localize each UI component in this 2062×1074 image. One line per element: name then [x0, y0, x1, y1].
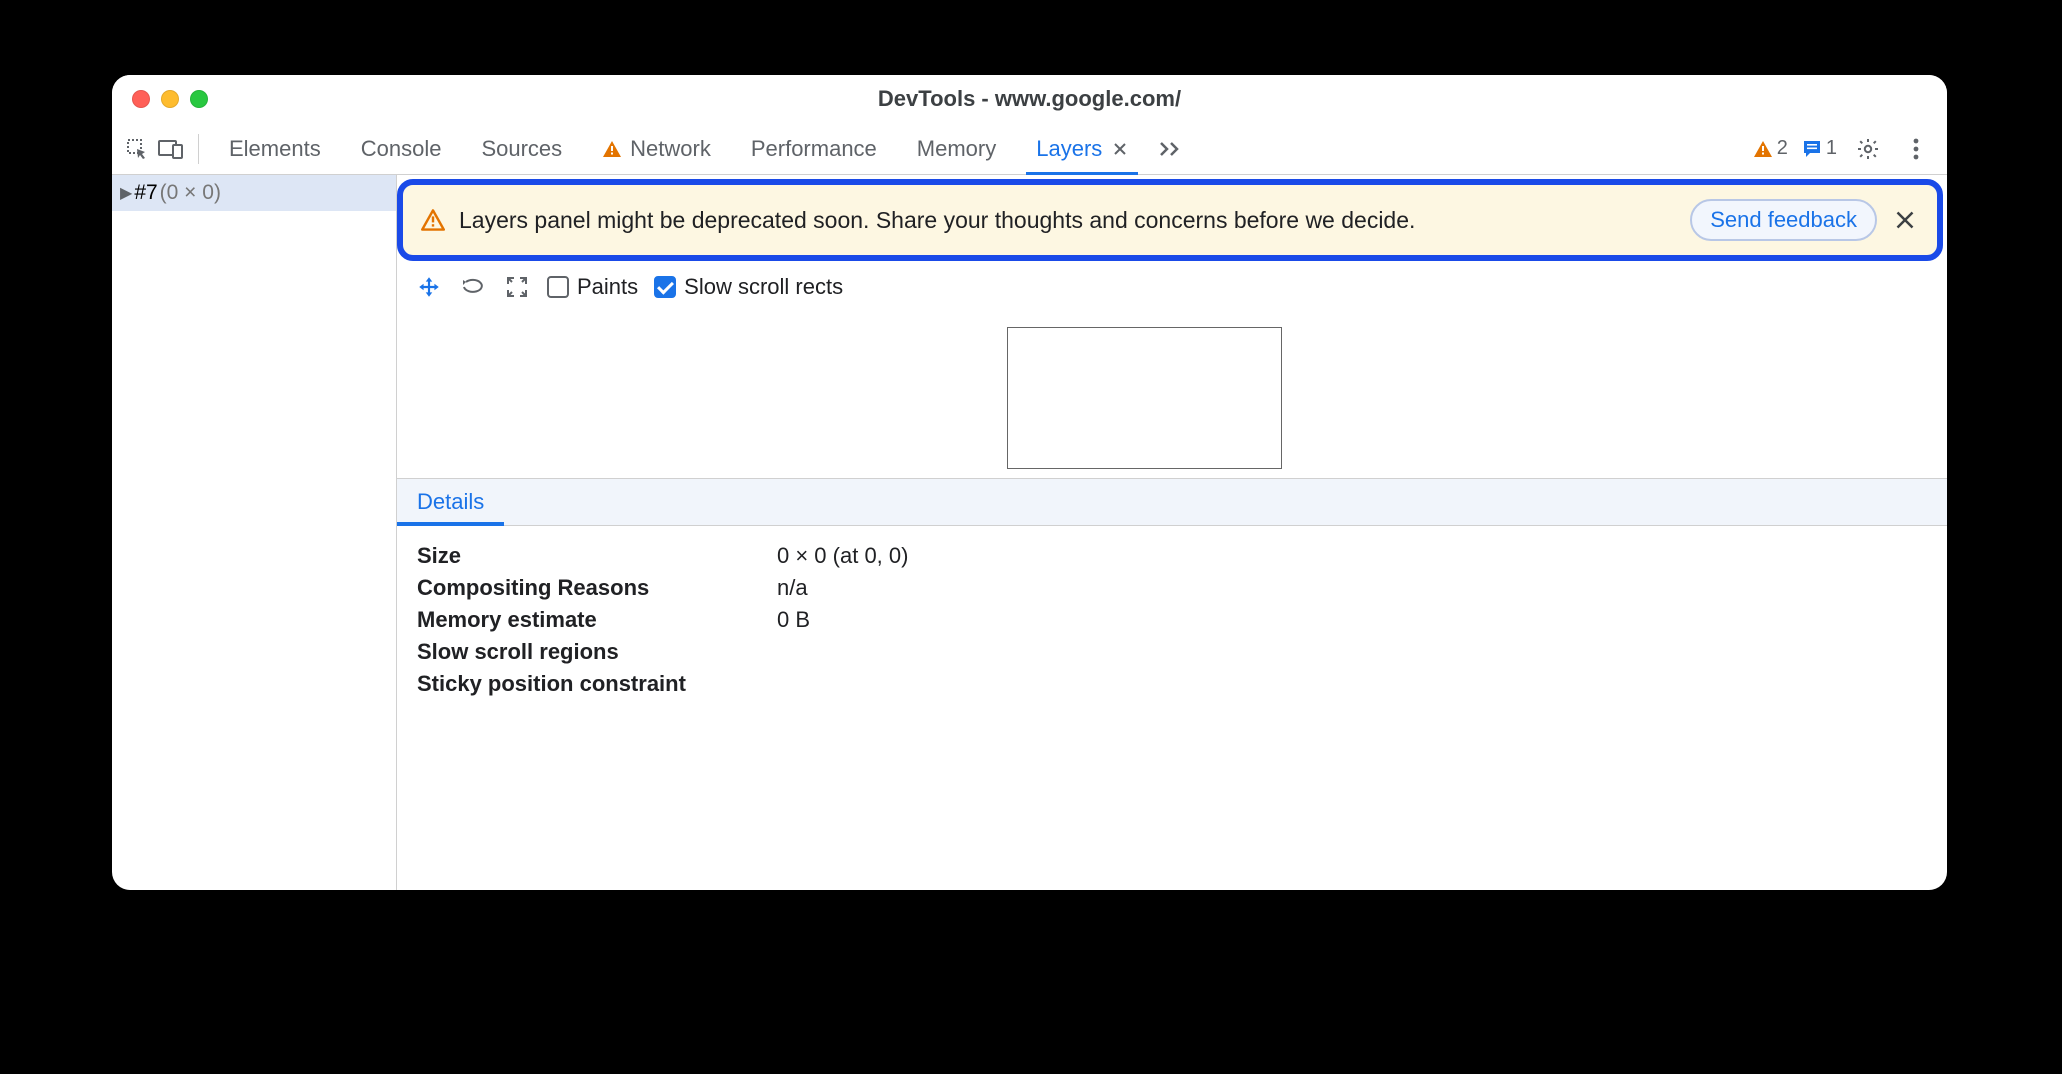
slow-scroll-rects-checkbox[interactable]: Slow scroll rects [654, 274, 843, 300]
settings-gear-icon[interactable] [1851, 132, 1885, 166]
device-toolbar-icon[interactable] [154, 132, 188, 166]
minimize-window-button[interactable] [161, 90, 179, 108]
panel-content: ▶ #7 (0 × 0) Layers panel might be depre… [112, 175, 1947, 890]
details-body: Size 0 × 0 (at 0, 0) Compositing Reasons… [397, 526, 1947, 714]
warnings-badge[interactable]: 2 [1753, 137, 1788, 160]
tab-label: Memory [917, 136, 996, 162]
warning-triangle-icon [602, 140, 622, 158]
detail-value [777, 636, 908, 668]
more-tabs-button[interactable] [1148, 123, 1194, 174]
detail-value: 0 B [777, 604, 908, 636]
tab-label: Elements [229, 136, 321, 162]
layers-tree-sidebar: ▶ #7 (0 × 0) [112, 175, 397, 890]
tab-layers[interactable]: Layers [1016, 123, 1148, 174]
tab-memory[interactable]: Memory [897, 123, 1016, 174]
detail-key: Slow scroll regions [417, 636, 777, 668]
layers-view-toolbar: Paints Slow scroll rects [397, 261, 1947, 309]
close-tab-icon[interactable] [1112, 141, 1128, 157]
details-tabstrip: Details [397, 479, 1947, 526]
messages-badge[interactable]: 1 [1802, 137, 1837, 160]
detail-value [777, 668, 908, 700]
pan-mode-icon[interactable] [415, 273, 443, 301]
tab-console[interactable]: Console [341, 123, 462, 174]
layer-dimensions: (0 × 0) [160, 181, 221, 205]
deprecation-banner-highlight: Layers panel might be deprecated soon. S… [397, 179, 1943, 261]
send-feedback-button[interactable]: Send feedback [1690, 199, 1877, 241]
warnings-count: 2 [1777, 137, 1788, 160]
detail-key: Sticky position constraint [417, 668, 777, 700]
warning-triangle-icon [421, 209, 445, 231]
window-controls [132, 90, 208, 108]
tab-elements[interactable]: Elements [209, 123, 341, 174]
detail-row: Slow scroll regions [417, 636, 908, 668]
expand-arrow-icon[interactable]: ▶ [120, 183, 132, 203]
tab-performance[interactable]: Performance [731, 123, 897, 174]
detail-key: Size [417, 540, 777, 572]
tab-label: Console [361, 136, 442, 162]
detail-row: Compositing Reasons n/a [417, 572, 908, 604]
detail-key: Memory estimate [417, 604, 777, 636]
toolbar-right: 2 1 [1753, 132, 1939, 166]
tab-label: Sources [481, 136, 562, 162]
main-panel: Layers panel might be deprecated soon. S… [397, 175, 1947, 890]
panel-tabs: Elements Console Sources Network Perform… [209, 123, 1194, 174]
tab-label: Network [630, 136, 711, 162]
paints-label: Paints [577, 274, 638, 300]
slow-rects-label: Slow scroll rects [684, 274, 843, 300]
tab-sources[interactable]: Sources [461, 123, 582, 174]
devtools-window: DevTools - www.google.com/ Elements Cons… [112, 75, 1947, 890]
reset-view-icon[interactable] [503, 273, 531, 301]
deprecation-banner: Layers panel might be deprecated soon. S… [397, 179, 1943, 261]
details-tab[interactable]: Details [397, 479, 504, 525]
rotate-mode-icon[interactable] [459, 273, 487, 301]
window-title: DevTools - www.google.com/ [878, 86, 1181, 112]
layers-3d-viewport[interactable] [397, 309, 1947, 479]
close-banner-icon[interactable] [1891, 210, 1919, 230]
layer-tree-row[interactable]: ▶ #7 (0 × 0) [112, 175, 396, 211]
paints-checkbox[interactable]: Paints [547, 274, 638, 300]
tab-label: Layers [1036, 136, 1102, 162]
detail-value: 0 × 0 (at 0, 0) [777, 540, 908, 572]
details-table: Size 0 × 0 (at 0, 0) Compositing Reasons… [417, 540, 908, 700]
kebab-menu-icon[interactable] [1899, 132, 1933, 166]
messages-count: 1 [1826, 137, 1837, 160]
detail-row: Sticky position constraint [417, 668, 908, 700]
main-toolbar: Elements Console Sources Network Perform… [112, 123, 1947, 175]
detail-value: n/a [777, 572, 908, 604]
detail-row: Memory estimate 0 B [417, 604, 908, 636]
layer-id: #7 [134, 181, 157, 205]
separator [198, 134, 199, 164]
layer-outline[interactable] [1007, 327, 1282, 469]
detail-key: Compositing Reasons [417, 572, 777, 604]
banner-message: Layers panel might be deprecated soon. S… [459, 207, 1676, 234]
close-window-button[interactable] [132, 90, 150, 108]
checkbox-box [654, 276, 676, 298]
detail-row: Size 0 × 0 (at 0, 0) [417, 540, 908, 572]
tab-label: Performance [751, 136, 877, 162]
titlebar: DevTools - www.google.com/ [112, 75, 1947, 123]
zoom-window-button[interactable] [190, 90, 208, 108]
tab-network[interactable]: Network [582, 123, 731, 174]
checkbox-box [547, 276, 569, 298]
inspect-element-icon[interactable] [120, 132, 154, 166]
